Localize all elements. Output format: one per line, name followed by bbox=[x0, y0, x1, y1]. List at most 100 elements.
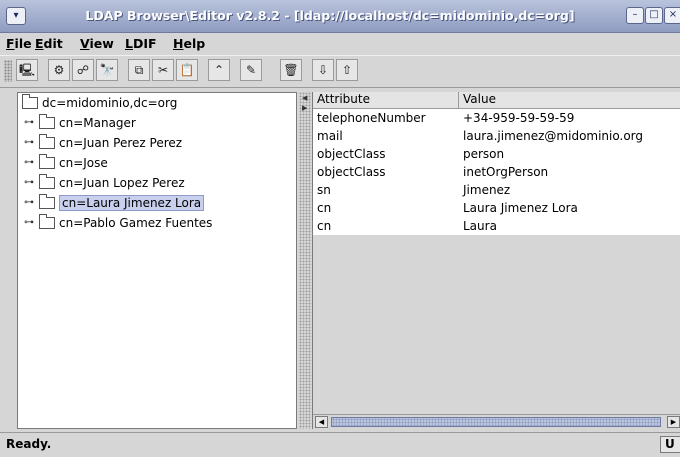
arrow-right-icon: ▶ bbox=[670, 418, 677, 426]
attribute-cell: objectClass bbox=[317, 165, 386, 179]
tree-root[interactable]: dc=midominio,dc=org bbox=[22, 93, 178, 112]
menu-ldif[interactable]: LDIF bbox=[125, 36, 157, 51]
chevron-down-icon: ▾ bbox=[13, 10, 19, 21]
menu-help-mnemonic: H bbox=[173, 36, 184, 51]
collapse-left-icon[interactable]: ◀ bbox=[302, 94, 307, 102]
minimize-button[interactable]: – bbox=[626, 7, 644, 24]
tree-node-label: cn=Laura Jimenez Lora bbox=[59, 195, 205, 211]
tree-node[interactable]: ⊶ cn=Juan Perez Perez bbox=[24, 133, 182, 152]
maximize-icon: □ bbox=[649, 9, 659, 20]
expand-handle-icon[interactable]: ⊶ bbox=[24, 174, 36, 192]
tree-node[interactable]: ⊶ cn=Pablo Gamez Fuentes bbox=[24, 213, 213, 232]
move-up-icon: ⌃ bbox=[213, 63, 225, 77]
tree-node-label: cn=Manager bbox=[59, 116, 136, 130]
table-header: Attribute Value bbox=[313, 92, 680, 109]
find-icon: 🔭 bbox=[99, 63, 115, 77]
split-pane-divider[interactable]: ◀ ▶ bbox=[299, 92, 311, 429]
import-button[interactable]: ⇧ bbox=[336, 59, 358, 81]
status-text: Ready. bbox=[6, 437, 52, 451]
value-cell: person bbox=[463, 147, 505, 161]
value-cell: Jimenez bbox=[463, 183, 511, 197]
close-button[interactable]: × bbox=[664, 7, 680, 24]
tree-node-label: cn=Juan Lopez Perez bbox=[59, 176, 185, 190]
attribute-cell: cn bbox=[317, 201, 332, 215]
tree-node[interactable]: ⊶ cn=Manager bbox=[24, 113, 136, 132]
delete-button[interactable]: 🗑 bbox=[280, 59, 302, 81]
attribute-cell: mail bbox=[317, 129, 343, 143]
value-cell: +34-959-59-59-59 bbox=[463, 111, 575, 125]
menu-edit-label: dit bbox=[43, 36, 63, 51]
menu-view[interactable]: View bbox=[80, 36, 114, 51]
search-icon: ⚙ bbox=[53, 63, 65, 77]
cut-icon: ✂ bbox=[157, 63, 169, 77]
collapse-right-icon[interactable]: ▶ bbox=[302, 104, 307, 112]
cut-button[interactable]: ✂ bbox=[152, 59, 174, 81]
close-icon: × bbox=[668, 9, 678, 20]
table-row[interactable]: sn Jimenez bbox=[313, 181, 680, 199]
menu-edit-mnemonic: E bbox=[35, 36, 44, 51]
table-body: telephoneNumber +34-959-59-59-59 mail la… bbox=[313, 109, 680, 235]
window-menu-button[interactable]: ▾ bbox=[6, 7, 26, 25]
window-title: LDAP Browser\Editor v2.8.2 - [ldap://loc… bbox=[85, 8, 575, 23]
table-row[interactable]: telephoneNumber +34-959-59-59-59 bbox=[313, 109, 680, 127]
tree-root-label: dc=midominio,dc=org bbox=[42, 96, 178, 110]
horizontal-scrollbar[interactable]: ◀ ▶ bbox=[313, 414, 680, 429]
status-bar: Ready. U bbox=[0, 432, 680, 457]
tree-node-label: cn=Pablo Gamez Fuentes bbox=[59, 216, 213, 230]
delete-icon: 🗑 bbox=[283, 63, 299, 77]
value-cell: laura.jimenez@midominio.org bbox=[463, 129, 643, 143]
menu-file-label: ile bbox=[14, 36, 32, 51]
scroll-right-button[interactable]: ▶ bbox=[667, 416, 680, 428]
copy-icon: ⧉ bbox=[134, 63, 144, 77]
folder-icon bbox=[39, 173, 55, 189]
expand-handle-icon[interactable]: ⊶ bbox=[24, 154, 36, 172]
table-row[interactable]: cn Laura bbox=[313, 217, 680, 235]
expand-handle-icon[interactable]: ⊶ bbox=[24, 134, 36, 152]
copy-button[interactable]: ⧉ bbox=[128, 59, 150, 81]
toolbar-grip[interactable] bbox=[4, 60, 12, 82]
export-button[interactable]: ⇩ bbox=[312, 59, 334, 81]
attribute-table[interactable]: Attribute Value telephoneNumber +34-959-… bbox=[312, 92, 680, 429]
folder-icon bbox=[39, 213, 55, 229]
table-row[interactable]: cn Laura Jimenez Lora bbox=[313, 199, 680, 217]
value-cell: Laura bbox=[463, 219, 497, 233]
tree-node-label: cn=Jose bbox=[59, 156, 108, 170]
menu-ldif-label: DIF bbox=[132, 36, 157, 51]
binoculars-button[interactable]: ☍ bbox=[72, 59, 94, 81]
scroll-thumb[interactable] bbox=[331, 417, 661, 427]
expand-handle-icon[interactable]: ⊶ bbox=[24, 114, 36, 132]
edit-button[interactable]: ✎ bbox=[240, 59, 262, 81]
expand-handle-icon[interactable]: ⊶ bbox=[24, 194, 36, 212]
find-button[interactable]: 🔭 bbox=[96, 59, 118, 81]
connect-button[interactable]: 🖳 bbox=[16, 59, 38, 81]
tree-node[interactable]: ⊶ cn=Juan Lopez Perez bbox=[24, 173, 185, 192]
menu-file[interactable]: File bbox=[6, 36, 32, 51]
tree-node-selected[interactable]: ⊶ cn=Laura Jimenez Lora bbox=[24, 193, 205, 212]
expand-handle-icon[interactable]: ⊶ bbox=[24, 214, 36, 232]
maximize-button[interactable]: □ bbox=[645, 7, 663, 24]
folder-icon bbox=[22, 93, 38, 109]
binoculars-icon: ☍ bbox=[76, 63, 90, 77]
arrow-left-icon: ◀ bbox=[318, 418, 325, 426]
paste-button[interactable]: 📋 bbox=[176, 59, 198, 81]
column-header-value[interactable]: Value bbox=[459, 92, 680, 108]
menu-view-label: iew bbox=[89, 36, 114, 51]
export-icon: ⇩ bbox=[317, 63, 329, 77]
title-bar: ▾ LDAP Browser\Editor v2.8.2 - [ldap://l… bbox=[0, 0, 680, 33]
column-header-attribute[interactable]: Attribute bbox=[313, 92, 459, 108]
table-row[interactable]: objectClass person bbox=[313, 145, 680, 163]
attribute-cell: telephoneNumber bbox=[317, 111, 426, 125]
search-button[interactable]: ⚙ bbox=[48, 59, 70, 81]
scroll-left-button[interactable]: ◀ bbox=[315, 416, 328, 428]
table-row[interactable]: objectClass inetOrgPerson bbox=[313, 163, 680, 181]
folder-icon bbox=[39, 193, 55, 209]
attribute-cell: objectClass bbox=[317, 147, 386, 161]
move-up-button[interactable]: ⌃ bbox=[208, 59, 230, 81]
menu-help-label: elp bbox=[183, 36, 206, 51]
menu-edit[interactable]: Edit bbox=[35, 36, 63, 51]
table-row[interactable]: mail laura.jimenez@midominio.org bbox=[313, 127, 680, 145]
menu-help[interactable]: Help bbox=[173, 36, 205, 51]
value-cell: Laura Jimenez Lora bbox=[463, 201, 578, 215]
directory-tree[interactable]: dc=midominio,dc=org ⊶ cn=Manager ⊶ cn=Juan… bbox=[17, 92, 297, 429]
tree-node[interactable]: ⊶ cn=Jose bbox=[24, 153, 108, 172]
